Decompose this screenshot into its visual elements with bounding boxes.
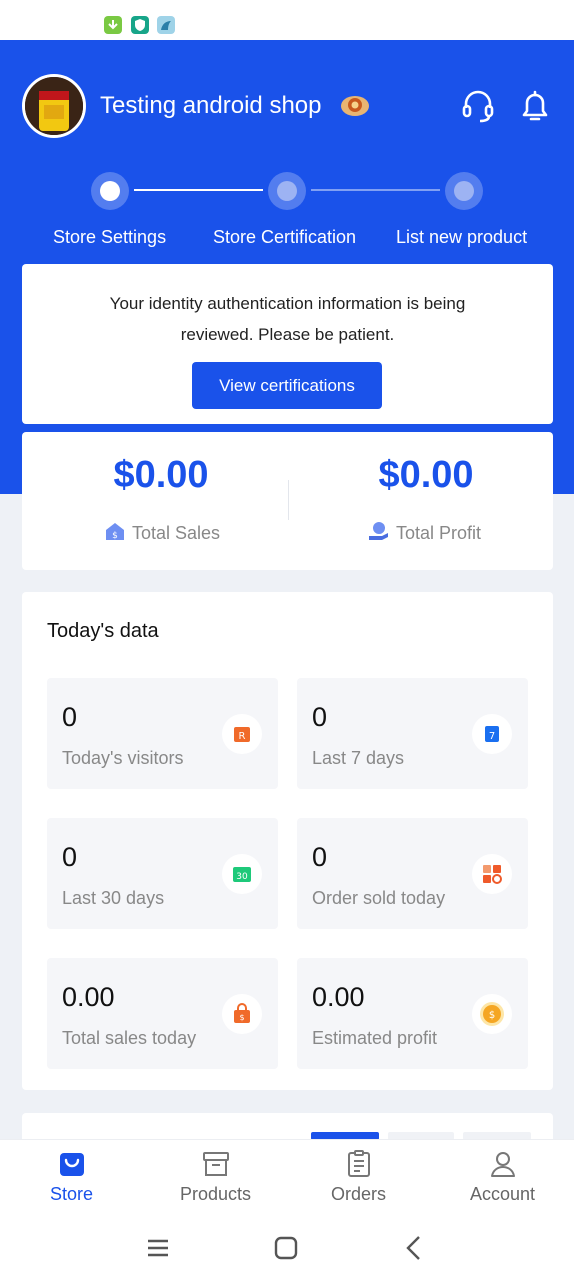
store-bag-icon [57,1149,87,1179]
tab-account[interactable]: Account [431,1140,574,1217]
tab-store-label: Store [49,1184,94,1204]
products-box-icon [201,1149,231,1179]
orders-clipboard-icon [344,1149,374,1179]
customer-service-icon[interactable] [461,88,495,124]
status-bar [0,0,574,40]
view-certifications-button[interactable]: View certifications [192,362,382,409]
total-sales-value: $0.00 [113,454,209,496]
sales-house-icon: $ [104,520,126,547]
total-sales-label: Total Sales [132,523,221,543]
back-icon[interactable] [398,1232,430,1264]
shop-name: Testing android shop [100,92,322,119]
todays-data-title: Today's data [47,620,159,642]
orders-search-icon [472,854,512,894]
stat-value: 0 [312,842,328,872]
shop-level-badge-icon [340,92,370,118]
step-connector-1 [134,189,263,191]
step-store-certification-dot [268,172,306,210]
step-list-product-dot [445,172,483,210]
step-list-product-label[interactable]: List new product [396,227,527,248]
tab-store[interactable]: Store [0,1140,143,1217]
app-notification-icon [157,16,175,34]
svg-text:$: $ [489,1010,495,1021]
recent-apps-icon[interactable] [142,1232,174,1264]
svg-text:$: $ [112,531,118,541]
system-navigation-bar [0,1216,574,1280]
total-sales-label-group: $ Total Sales [104,520,220,547]
stat-label: Estimated profit [312,1028,438,1048]
stat-tile-total-sales-today[interactable]: 0.00 Total sales today $ [47,958,278,1069]
step-connector-2 [311,189,440,191]
total-profit-value: $0.00 [378,454,474,496]
stat-value: 0.00 [312,982,365,1012]
certification-notice-text: Your identity authentication information… [109,294,466,344]
stat-value: 0 [62,702,78,732]
svg-text:30: 30 [236,872,248,882]
svg-text:R: R [239,731,246,742]
step-store-settings-dot [91,172,129,210]
step-store-certification-label[interactable]: Store Certification [213,227,356,248]
shop-avatar[interactable] [22,74,86,138]
profit-hand-icon [368,520,390,547]
stat-tile-visitors[interactable]: 0 Today's visitors R [47,678,278,789]
shield-notification-icon [131,16,149,34]
account-person-icon [488,1149,518,1179]
stat-tile-order-sold-today[interactable]: 0 Order sold today [297,818,528,929]
visitors-icon: R [222,714,262,754]
stat-value: 0 [312,702,328,732]
total-profit-label: Total Profit [396,523,482,543]
stat-label: Order sold today [312,888,446,908]
summary-divider [288,480,289,520]
tab-products-label: Products [179,1184,252,1204]
stat-tile-last-7-days[interactable]: 0 Last 7 days 7 [297,678,528,789]
stat-value: 0.00 [62,982,115,1012]
stat-tile-last-30-days[interactable]: 0 Last 30 days 30 [47,818,278,929]
coin-icon: $ [472,994,512,1034]
stat-value: 0 [62,842,78,872]
shopping-bag-icon: $ [222,994,262,1034]
calendar-7-icon: 7 [472,714,512,754]
tab-account-label: Account [469,1184,536,1204]
svg-text:7: 7 [489,731,495,742]
svg-text:$: $ [239,1013,244,1022]
bell-icon[interactable] [518,88,552,124]
bottom-tab-bar: Store Products Orders Account [0,1139,574,1216]
stat-label: Total sales today [62,1028,197,1048]
stat-label: Today's visitors [62,748,184,768]
download-notification-icon [104,16,122,34]
sales-summary-card: $0.00 $ Total Sales $0.00 Total Profit [22,432,553,570]
home-icon[interactable] [270,1232,302,1264]
todays-data-card: Today's data 0 Today's visitors R 0 Last… [22,592,553,1090]
stat-label: Last 30 days [62,888,165,908]
stat-label: Last 7 days [312,748,405,768]
certification-notice-card: Your identity authentication information… [22,264,553,424]
stat-tile-estimated-profit[interactable]: 0.00 Estimated profit $ [297,958,528,1069]
tab-products[interactable]: Products [144,1140,287,1217]
tab-orders-label: Orders [330,1184,386,1204]
calendar-30-icon: 30 [222,854,262,894]
total-profit-label-group: Total Profit [368,520,481,547]
step-store-settings-label[interactable]: Store Settings [53,227,166,248]
tab-orders[interactable]: Orders [287,1140,430,1217]
